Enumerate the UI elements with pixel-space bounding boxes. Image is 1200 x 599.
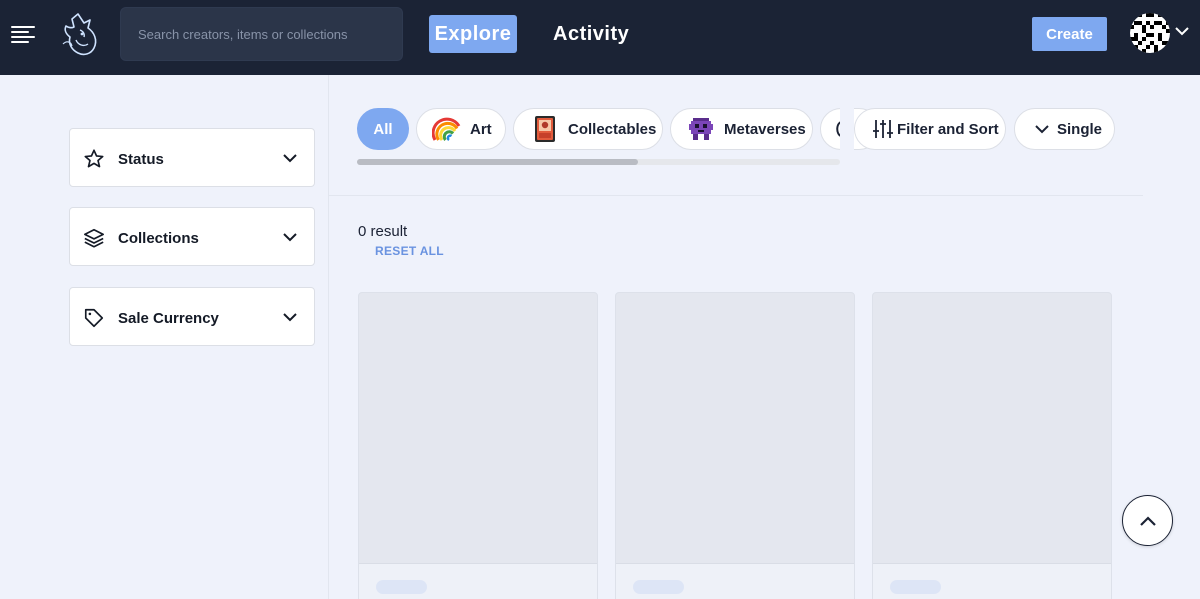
chevron-down-icon xyxy=(283,313,297,322)
card-footer xyxy=(616,563,854,599)
placeholder-card xyxy=(872,292,1112,599)
search-box[interactable] xyxy=(120,7,403,61)
result-count: 0 result xyxy=(358,223,408,240)
chevron-down-icon xyxy=(283,154,297,163)
filter-label: Collections xyxy=(118,230,199,247)
nav-explore-link[interactable]: Explore xyxy=(429,15,517,53)
sliders-icon xyxy=(873,120,893,138)
loading-pill xyxy=(376,580,427,594)
toolbar-divider xyxy=(329,195,1143,196)
chevron-down-icon xyxy=(283,233,297,242)
chip-label: Collectables xyxy=(568,120,657,138)
alien-icon xyxy=(689,118,713,140)
category-chip-all[interactable]: All xyxy=(357,108,409,150)
category-scrollbar-thumb[interactable] xyxy=(357,159,638,165)
hamburger-menu-icon[interactable] xyxy=(11,24,35,44)
layers-icon xyxy=(84,228,104,248)
category-chip-metaverses[interactable]: Metaverses xyxy=(670,108,813,150)
card-footer xyxy=(873,563,1111,599)
view-mode-dropdown[interactable]: Single xyxy=(1014,108,1115,150)
star-icon xyxy=(84,149,104,168)
create-button[interactable]: Create xyxy=(1032,17,1107,51)
category-chip-collectables[interactable]: Collectables xyxy=(513,108,663,150)
chip-label: Art xyxy=(470,120,492,138)
avatar-pattern-icon xyxy=(1130,13,1170,53)
loading-pill xyxy=(890,580,941,594)
unicorn-logo-icon[interactable] xyxy=(58,10,102,58)
card-icon xyxy=(535,116,555,142)
loading-pill xyxy=(633,580,684,594)
tag-icon xyxy=(84,308,104,328)
filter-and-sort-button[interactable]: Filter and Sort xyxy=(854,108,1006,150)
category-chip-art[interactable]: Art xyxy=(416,108,506,150)
user-avatar[interactable] xyxy=(1130,13,1170,53)
chevron-down-icon[interactable] xyxy=(1175,26,1189,36)
rainbow-icon xyxy=(432,117,461,142)
search-input[interactable] xyxy=(121,8,402,60)
reset-all-link[interactable]: RESET ALL xyxy=(375,244,444,258)
filter-label: Sale Currency xyxy=(118,310,219,327)
chip-label: Metaverses xyxy=(724,120,806,138)
view-mode-label: Single xyxy=(1057,120,1103,138)
filter-collections[interactable]: Collections xyxy=(69,207,315,266)
card-footer xyxy=(359,563,597,599)
chip-label: All xyxy=(373,120,393,138)
top-navigation-bar: Explore Activity Create xyxy=(0,0,1200,75)
filter-status[interactable]: Status xyxy=(69,128,315,187)
filter-label: Status xyxy=(118,151,164,168)
chevron-down-icon xyxy=(1035,125,1049,134)
placeholder-card xyxy=(615,292,855,599)
chevron-up-icon xyxy=(1139,515,1156,526)
filter-and-sort-label: Filter and Sort xyxy=(897,120,999,138)
nav-activity-link[interactable]: Activity xyxy=(553,23,629,46)
sidebar-divider xyxy=(328,75,329,599)
chips-overflow-fade xyxy=(840,100,854,160)
placeholder-card xyxy=(358,292,598,599)
filter-sale-currency[interactable]: Sale Currency xyxy=(69,287,315,346)
scroll-to-top-button[interactable] xyxy=(1122,495,1173,546)
